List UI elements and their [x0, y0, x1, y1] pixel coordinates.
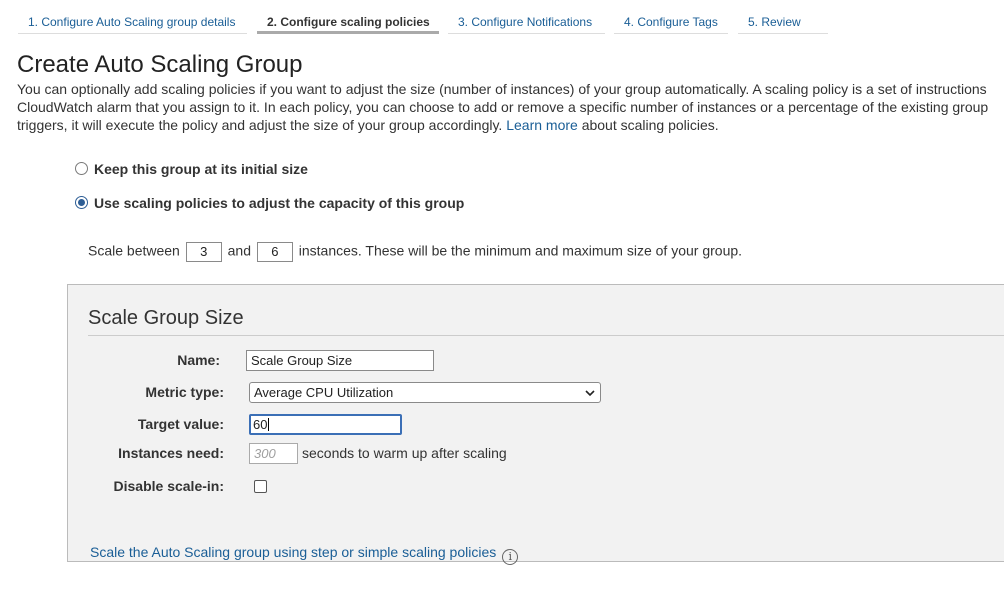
learn-more-link[interactable]: Learn more [506, 117, 578, 133]
disable-scale-in-label: Disable scale-in: [113, 478, 225, 494]
name-label: Name: [177, 352, 220, 368]
intro-line-1: You can optionally add scaling policies … [17, 81, 987, 97]
step-scaling-link[interactable]: Scale the Auto Scaling group using step … [90, 544, 496, 560]
use-policies-label: Use scaling policies to adjust the capac… [94, 195, 465, 211]
scaling-policy-panel: Scale Group Size Name: Scale Group Size … [67, 284, 1004, 565]
page: 1. Configure Auto Scaling group details … [0, 0, 1004, 603]
warmup-seconds-input[interactable]: 300 [249, 443, 298, 464]
target-value-input[interactable]: 60 [249, 414, 402, 435]
disable-scale-in-checkbox[interactable] [254, 480, 267, 493]
step-policies-row: Scale the Auto Scaling group using step … [90, 544, 519, 565]
tab-review[interactable]: 5. Review [738, 8, 828, 34]
tab-configure-tags[interactable]: 4. Configure Tags [614, 8, 728, 34]
page-title: Create Auto Scaling Group [17, 51, 303, 78]
tab-configure-details[interactable]: 1. Configure Auto Scaling group details [18, 8, 247, 34]
intro-line-3-suffix: about scaling policies. [581, 117, 719, 133]
keep-size-option[interactable]: Keep this group at its initial size [75, 161, 308, 177]
min-size-input[interactable]: 3 [185, 242, 222, 262]
metric-type-label: Metric type: [145, 384, 224, 400]
policy-name-input[interactable]: Scale Group Size [246, 350, 434, 371]
use-policies-option[interactable]: Use scaling policies to adjust the capac… [75, 195, 464, 211]
metric-type-select[interactable]: Average CPU Utilization [249, 382, 601, 403]
tab-configure-scaling-policies[interactable]: 2. Configure scaling policies [257, 8, 439, 34]
text-caret [268, 418, 270, 431]
intro-line-2: CloudWatch alarm that you assign to it. … [17, 99, 989, 115]
instances-need-label: Instances need: [118, 445, 224, 461]
intro-text: You can optionally add scaling policies … [17, 80, 1004, 134]
max-size-input[interactable]: 6 [256, 242, 293, 262]
target-value-text: 60 [253, 417, 268, 432]
scale-range-prefix: Scale between [88, 242, 180, 259]
intro-line-3-text: triggers, it will execute the policy and… [17, 117, 503, 133]
metric-type-value: Average CPU Utilization [254, 385, 394, 400]
policy-divider [88, 335, 1004, 336]
tab-configure-notifications[interactable]: 3. Configure Notifications [448, 8, 605, 34]
scale-range-suffix: instances. These will be the minimum and… [298, 242, 743, 259]
keep-size-radio[interactable] [75, 162, 88, 175]
scale-range-and: and [227, 242, 251, 259]
scale-range-row: Scale between 3 and 6 instances. These w… [88, 242, 742, 262]
warmup-placeholder: 300 [254, 446, 276, 461]
chevron-down-icon [584, 385, 596, 402]
use-policies-radio[interactable] [75, 196, 88, 209]
info-icon[interactable]: i [502, 549, 519, 565]
warmup-suffix: seconds to warm up after scaling [302, 445, 507, 461]
policy-heading: Scale Group Size [88, 307, 244, 329]
keep-size-label: Keep this group at its initial size [94, 161, 308, 177]
target-value-label: Target value: [137, 416, 224, 432]
intro-line-3: triggers, it will execute the policy and… [17, 116, 1004, 134]
